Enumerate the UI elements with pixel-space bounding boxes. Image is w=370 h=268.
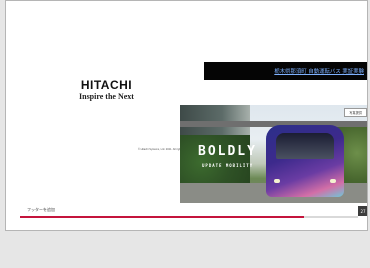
bus-windshield: [276, 133, 334, 159]
bus-headlamp-left: [274, 179, 280, 183]
bus-headlamp-right: [330, 179, 336, 183]
autonomous-bus: [266, 125, 344, 197]
boldly-brand: BOLDLY UPDATE MOBILITY: [198, 145, 257, 173]
slide-progress-fill: [20, 216, 304, 218]
logo-wordmark: HITACHI: [80, 78, 133, 92]
hitachi-logo: HITACHI Inspire the Next: [79, 79, 134, 101]
photo-credit-badge: 写真提供: [344, 108, 367, 117]
brand-text: BOLDLY: [198, 144, 257, 159]
slide-title-bar: 栃木県那須町 自動運転バス 実証実験: [204, 62, 367, 80]
autonomous-bus-photo: BOLDLY UPDATE MOBILITY 写真提供: [180, 105, 367, 203]
page-number: 27: [360, 208, 366, 214]
page-number-badge: 27: [358, 206, 367, 216]
presentation-slide: 栃木県那須町 自動運転バス 実証実験 HITACHI Inspire the N…: [5, 0, 368, 231]
slide-title-link[interactable]: 栃木県那須町 自動運転バス 実証実験: [274, 67, 364, 75]
logo-tagline: Inspire the Next: [79, 92, 134, 101]
brand-subtext: UPDATE MOBILITY: [202, 163, 254, 168]
footer-placeholder[interactable]: フッターを追加: [27, 207, 55, 213]
slide-progress-track: [20, 216, 358, 218]
